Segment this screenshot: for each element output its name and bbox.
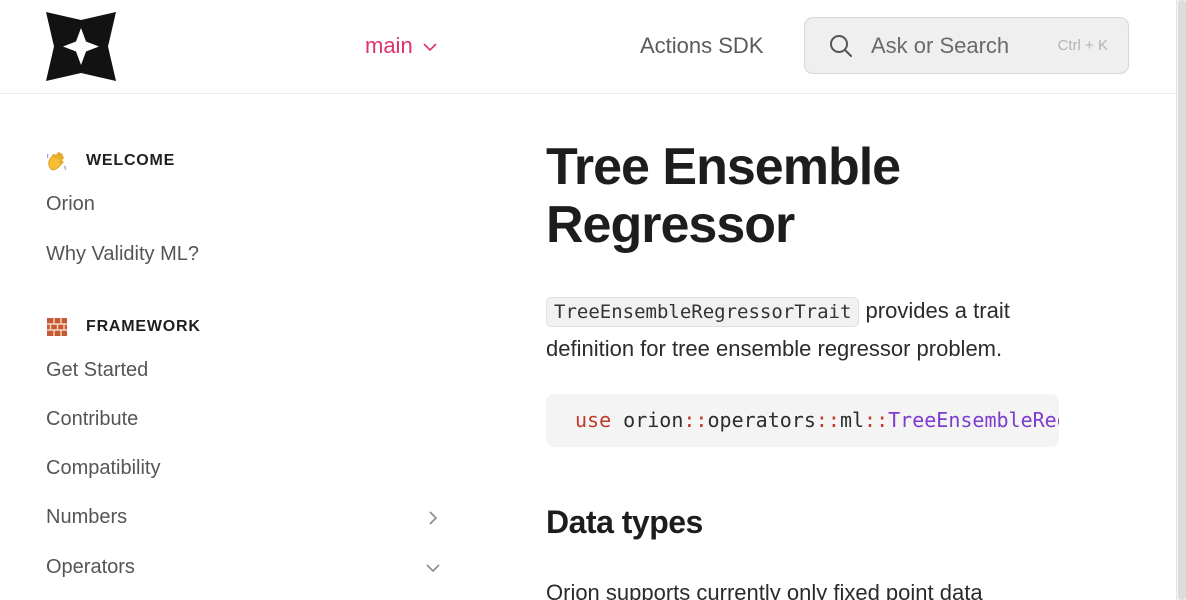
waving-hand-icon <box>47 152 66 171</box>
section-title: WELCOME <box>86 152 176 169</box>
sidebar-item-compatibility[interactable]: Compatibility <box>46 457 441 480</box>
search-input[interactable]: Ask or Search Ctrl + K <box>804 17 1129 74</box>
sidebar-item-label: Numbers <box>46 506 128 528</box>
sidebar-item-label: Orion <box>46 193 95 215</box>
page-scrollbar[interactable] <box>1176 0 1186 600</box>
nav-link-actions-sdk[interactable]: Actions SDK <box>640 33 764 59</box>
sidebar-item-contribute[interactable]: Contribute <box>46 408 441 431</box>
code-path: operators <box>707 408 816 432</box>
docs-page: main Actions SDK Ask or Search Ctrl + K … <box>0 0 1186 600</box>
code-block[interactable]: use orion::operators::ml::TreeEnsembleRe… <box>546 394 1059 447</box>
branch-label: main <box>365 33 413 58</box>
sidebar-item-label: Get Started <box>46 359 149 381</box>
brick-icon <box>47 318 67 336</box>
sidebar-item-label: Operators <box>46 556 135 578</box>
sidebar-item-label: Why Validity ML? <box>46 243 200 265</box>
code-separator: :: <box>815 408 840 432</box>
chevron-down-icon <box>423 43 437 52</box>
branch-selector[interactable]: main <box>365 33 437 59</box>
sidebar-item-label: Contribute <box>46 408 139 430</box>
code-separator: :: <box>864 408 889 432</box>
search-shortcut: Ctrl + K <box>1057 37 1108 54</box>
section-title: FRAMEWORK <box>86 318 201 335</box>
chevron-down-icon <box>426 564 440 573</box>
sidebar-item-numbers[interactable]: Numbers <box>46 506 441 529</box>
code-path: orion <box>623 408 684 432</box>
sidebar-item-orion[interactable]: Orion <box>46 193 441 216</box>
sidebar-item-get-started[interactable]: Get Started <box>46 359 441 382</box>
code-type: TreeEnsembleRegressorTrait <box>888 408 1059 432</box>
sidebar-section-welcome: WELCOME <box>46 150 174 172</box>
sidebar-item-why-validity-ml[interactable]: Why Validity ML? <box>46 243 441 266</box>
inline-code: TreeEnsembleRegressorTrait <box>546 297 860 327</box>
data-types-paragraph: Orion supports currently only fixed poin… <box>546 580 983 600</box>
code-path: ml <box>839 408 865 432</box>
chevron-right-icon <box>429 511 438 525</box>
main-content: Tree Ensemble Regressor TreeEnsembleRegr… <box>546 94 1106 600</box>
code-keyword: use <box>575 408 612 432</box>
sidebar-item-operators[interactable]: Operators <box>46 556 441 579</box>
sidebar-section-framework: FRAMEWORK <box>46 316 200 338</box>
sidebar: WELCOME Orion Why Validity ML? FRAMEWORK… <box>46 94 446 600</box>
sidebar-item-label: Compatibility <box>46 457 161 479</box>
top-bar: main Actions SDK Ask or Search Ctrl + K <box>0 0 1176 94</box>
search-icon <box>830 35 852 57</box>
code-separator: :: <box>683 408 708 432</box>
scrollbar-thumb[interactable] <box>1178 0 1186 600</box>
search-placeholder: Ask or Search <box>871 33 1010 58</box>
section-heading-data-types: Data types <box>546 504 703 540</box>
orion-star-logo-icon[interactable] <box>46 12 116 81</box>
intro-paragraph: TreeEnsembleRegressorTrait provides a tr… <box>546 292 1066 368</box>
page-title: Tree Ensemble Regressor <box>546 138 901 254</box>
